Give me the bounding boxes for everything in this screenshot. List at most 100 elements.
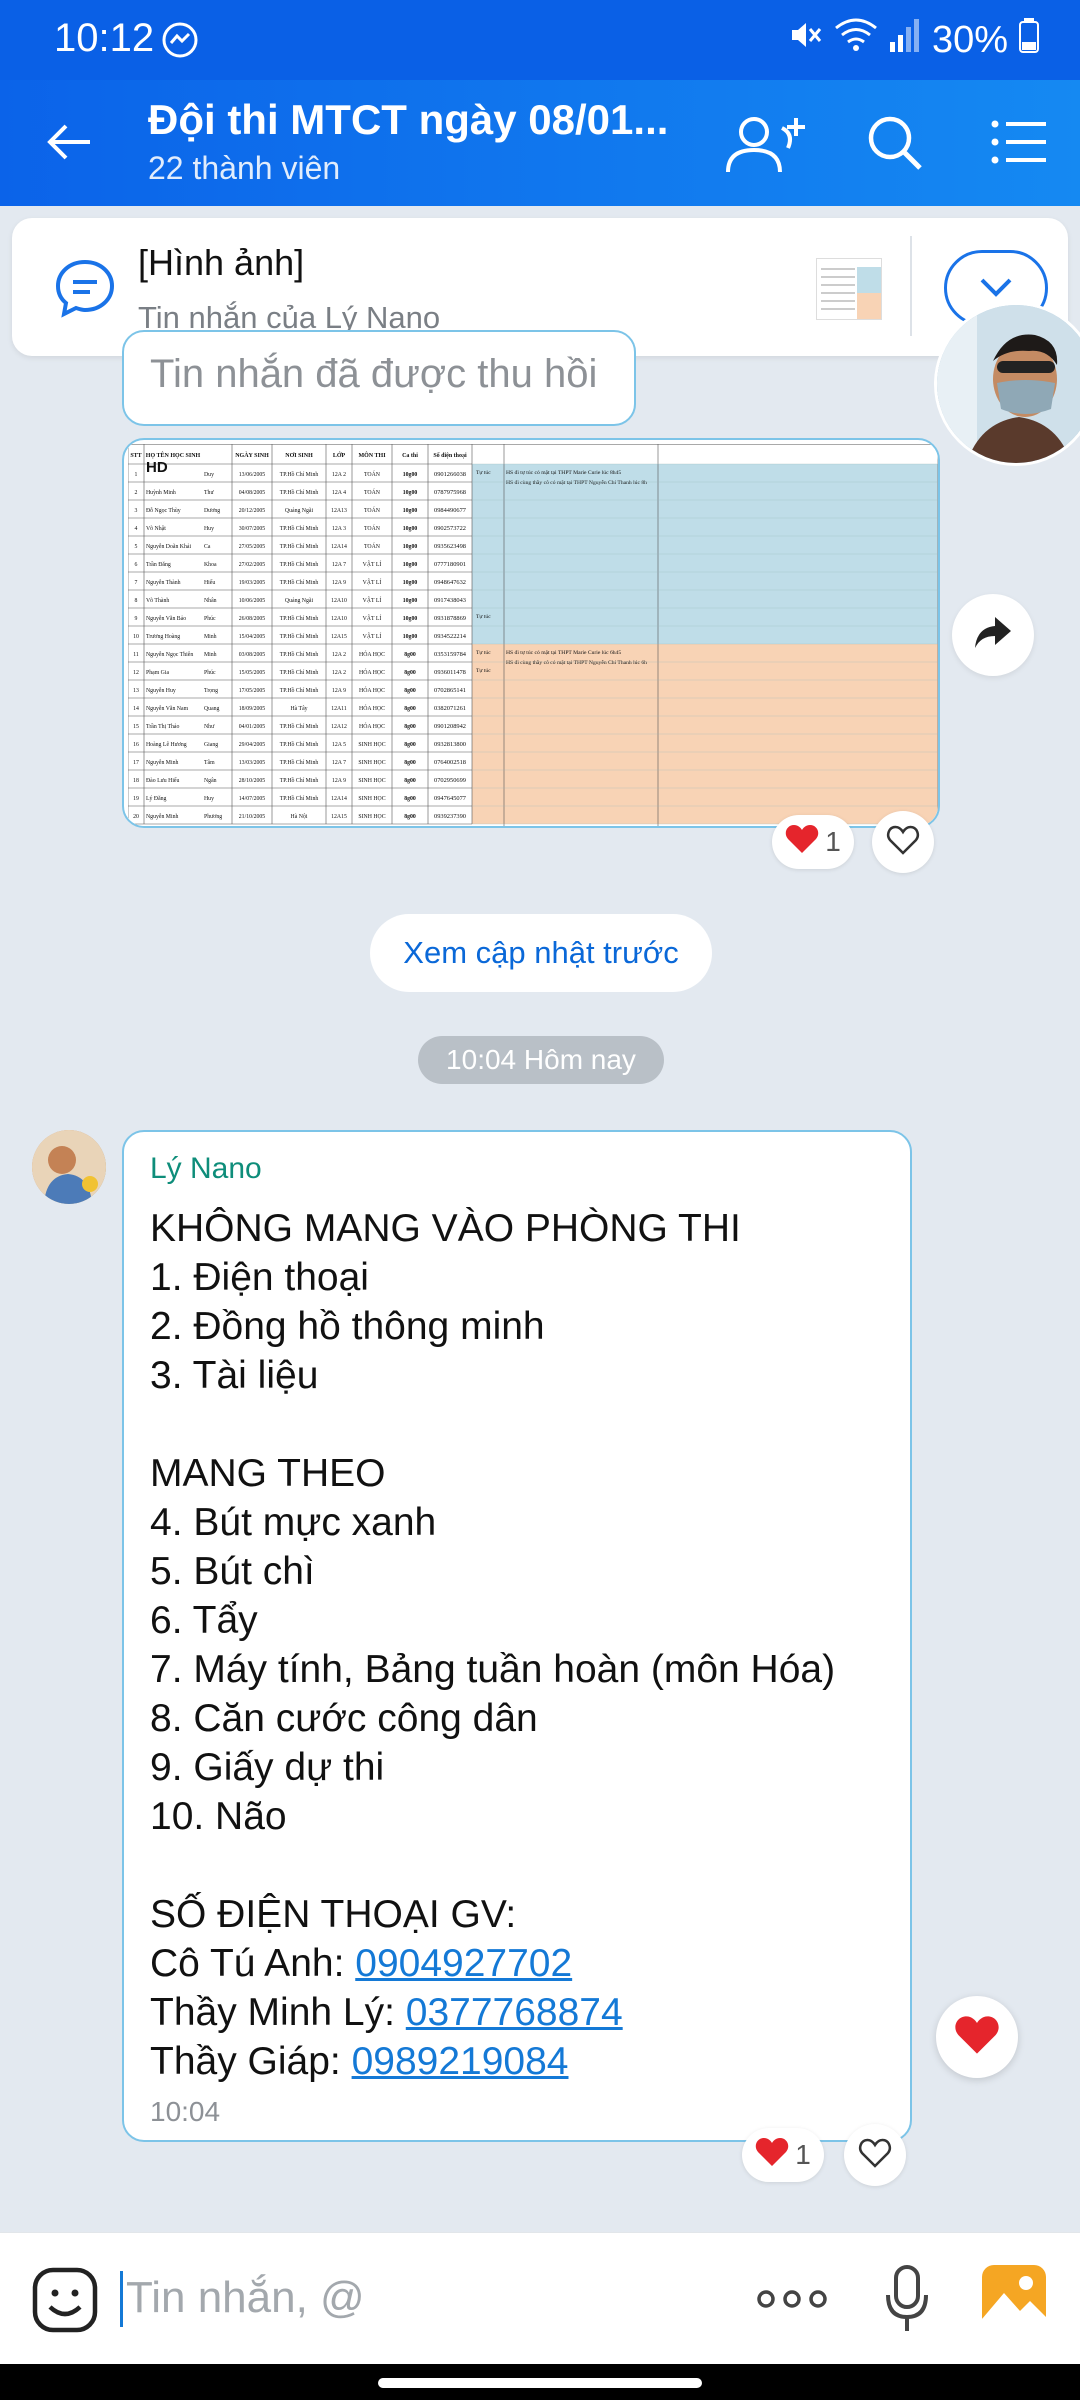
contact-label: Thầy Minh Lý: (150, 1991, 406, 2034)
gallery-icon[interactable] (980, 2263, 1048, 2336)
sheet-cell: HÓA HỌC (359, 686, 385, 694)
sheet-cell: 10g00 (403, 526, 418, 532)
sheet-cell: Ngân (204, 778, 217, 784)
microphone-icon[interactable] (882, 2263, 932, 2340)
sheet-cell: 12A 4 (332, 490, 346, 496)
sheet-cell: TP.Hồ Chí Minh (280, 687, 319, 694)
sheet-cell: 27/02/2005 (239, 562, 266, 568)
share-button[interactable] (952, 594, 1034, 676)
back-arrow-icon[interactable] (42, 114, 98, 175)
sheet-cell: TP.Hồ Chí Minh (280, 669, 319, 676)
sheet-cell: VẬT LÍ (363, 560, 382, 568)
phone-link[interactable]: 0377768874 (406, 1991, 623, 2034)
sheet-cell: 8g00 (404, 670, 416, 676)
floating-avatar[interactable] (934, 302, 1080, 466)
message-input[interactable]: Tin nhắn, @ (126, 2273, 365, 2323)
sheet-cell: 12A 2 (332, 670, 346, 676)
sender-name[interactable]: Lý Nano (150, 1152, 262, 1186)
sheet-cell: 21/10/2005 (239, 814, 266, 820)
sheet-header-cell: HỌ TÊN HỌC SINH (146, 451, 201, 459)
sheet-header-cell: MÔN THI (358, 451, 386, 459)
sheet-cell: 0917438043 (434, 597, 466, 604)
sheet-cell: 0702865141 (434, 687, 466, 694)
image-reaction-badge[interactable]: 1 (772, 815, 854, 869)
sheet-cell: 29/04/2005 (239, 742, 266, 748)
sheet-cell: 10g00 (403, 544, 418, 550)
sheet-cell: Nhân (204, 598, 217, 604)
sheet-cell: Minh (204, 634, 217, 640)
search-icon[interactable] (862, 110, 926, 179)
heart-outline-icon (858, 2138, 892, 2173)
text-like-button[interactable] (844, 2124, 906, 2186)
sheet-cell: 30/07/2005 (239, 526, 266, 532)
message-line (150, 1400, 900, 1449)
sheet-note: Tự túc (476, 470, 491, 476)
image-reaction-count: 1 (825, 826, 841, 857)
sheet-cell: 12A 9 (332, 778, 346, 784)
view-older-button[interactable]: Xem cập nhật trước (370, 914, 712, 992)
sheet-cell: 15/05/2005 (239, 670, 266, 676)
text-message[interactable]: Lý Nano KHÔNG MANG VÀO PHÒNG THI 1. Điện… (122, 1130, 912, 2142)
sheet-cell: Trần Thị Thảo (146, 723, 179, 730)
status-time: 10:12 (54, 16, 155, 60)
sheet-cell: 0939237390 (434, 813, 466, 820)
text-reaction-badge[interactable]: 1 (742, 2128, 824, 2182)
message-line: 8. Căn cước công dân (150, 1697, 538, 1740)
emoji-icon[interactable] (30, 2265, 100, 2340)
sheet-cell: Trương Hoàng (146, 634, 180, 640)
sheet-cell: Nguyễn Ngọc Thiên (146, 651, 193, 658)
avatar[interactable] (32, 1130, 106, 1204)
sheet-cell: Tâm (204, 760, 215, 766)
sheet-cell: 8g00 (404, 742, 416, 748)
add-member-icon[interactable] (722, 110, 810, 185)
text-reaction-count: 1 (795, 2139, 811, 2170)
sheet-cell: 3 (135, 508, 138, 514)
sheet-cell: 10g00 (403, 634, 418, 640)
group-title[interactable]: Đội thi MTCT ngày 08/01... (148, 96, 668, 144)
sheet-cell: 10g00 (403, 508, 418, 514)
sheet-cell: TOÁN (364, 542, 381, 550)
quick-reaction-button[interactable] (936, 1996, 1018, 2078)
sheet-cell: Nguyễn Văn Bảo (146, 615, 186, 622)
more-options-icon[interactable] (756, 2275, 828, 2334)
sheet-cell: 6 (135, 562, 138, 568)
phone-link[interactable]: 0989219084 (352, 2040, 569, 2083)
navigation-bar (0, 2364, 1080, 2400)
chat-header: Đội thi MTCT ngày 08/01... 22 thành viên (0, 80, 1080, 206)
contact-line: Thầy Giáp: 0989219084 (150, 2037, 900, 2086)
menu-list-icon[interactable] (990, 110, 1048, 179)
sheet-cell: VẬT LÍ (363, 614, 382, 622)
sheet-cell: 20 (133, 814, 139, 820)
battery-percent: 30% (931, 18, 1008, 61)
sheet-cell: 27/05/2005 (239, 544, 266, 550)
sheet-note: HS đi tự túc có mặt tại THPT Marie Curie… (506, 650, 621, 656)
pinned-title: [Hình ảnh] (138, 242, 305, 283)
sheet-cell: 0947645077 (434, 795, 467, 802)
sheet-note: HS đi cùng thầy cô có mặt tại THPT Nguyễ… (506, 479, 647, 486)
sheet-cell: 12A 9 (332, 580, 346, 586)
image-like-button[interactable] (872, 811, 934, 873)
sheet-cell: 0931878869 (434, 615, 466, 622)
sheet-cell: 13 (133, 688, 139, 694)
image-message[interactable]: STT HỌ TÊN HỌC SINH NGÀY SINH NƠI SINH LỚP MÔ… (122, 438, 940, 828)
pinned-image-thumbnail[interactable] (816, 258, 882, 320)
sheet-cell: Dương (204, 508, 220, 514)
sheet-cell: 13/06/2005 (239, 472, 266, 478)
message-time: 10:04 (150, 2096, 221, 2127)
sheet-cell: 12A 7 (332, 562, 346, 568)
sheet-header-cell: NGÀY SINH (235, 451, 269, 459)
recalled-message[interactable]: Tin nhắn đã được thu hồi (122, 330, 636, 426)
home-handle[interactable] (378, 2378, 702, 2388)
phone-link[interactable]: 0904927702 (355, 1942, 572, 1985)
member-count[interactable]: 22 thành viên (148, 150, 340, 187)
sheet-cell: 26/08/2005 (239, 616, 266, 622)
sheet-cell: Phúc (204, 670, 216, 676)
sheet-note: Tự túc (476, 614, 491, 620)
heart-outline-icon (886, 825, 920, 860)
sheet-cell: Thư (204, 490, 214, 496)
sheet-cell: TP.Hồ Chí Minh (280, 633, 319, 640)
spreadsheet-image: STT HỌ TÊN HỌC SINH NGÀY SINH NƠI SINH LỚP MÔ… (128, 444, 938, 826)
sheet-cell: 10/06/2005 (239, 598, 266, 604)
sheet-cell: Võ Thành (146, 598, 169, 604)
sheet-cell: 17 (133, 760, 139, 766)
